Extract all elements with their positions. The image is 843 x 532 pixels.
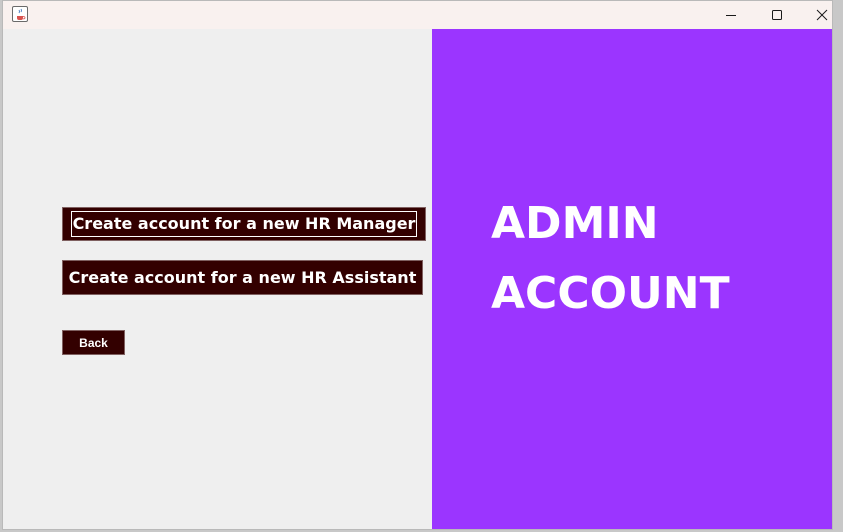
hr-manager-button-label: Create account for a new HR Manager <box>70 211 418 237</box>
admin-banner-panel: ADMIN ACCOUNT <box>432 29 832 529</box>
java-cup-icon <box>12 6 28 22</box>
create-hr-manager-button[interactable]: Create account for a new HR Manager <box>62 207 426 241</box>
hr-assistant-button-label: Create account for a new HR Assistant <box>68 268 417 287</box>
create-hr-assistant-button[interactable]: Create account for a new HR Assistant <box>62 260 423 295</box>
heading-line-account: ACCOUNT <box>491 268 730 319</box>
heading-line-admin: ADMIN <box>491 198 659 249</box>
back-button-label: Back <box>79 335 108 350</box>
title-bar[interactable] <box>3 1 832 29</box>
minimize-icon <box>726 15 736 16</box>
admin-account-heading: ADMIN ACCOUNT <box>491 189 730 329</box>
content-area: Create account for a new HR Manager Crea… <box>3 29 832 529</box>
minimize-button[interactable] <box>708 1 754 29</box>
close-button[interactable] <box>799 1 843 29</box>
maximize-button[interactable] <box>754 1 800 29</box>
back-button[interactable]: Back <box>62 330 125 355</box>
maximize-icon <box>772 10 782 20</box>
close-icon <box>816 9 828 21</box>
app-window: Create account for a new HR Manager Crea… <box>2 0 833 530</box>
